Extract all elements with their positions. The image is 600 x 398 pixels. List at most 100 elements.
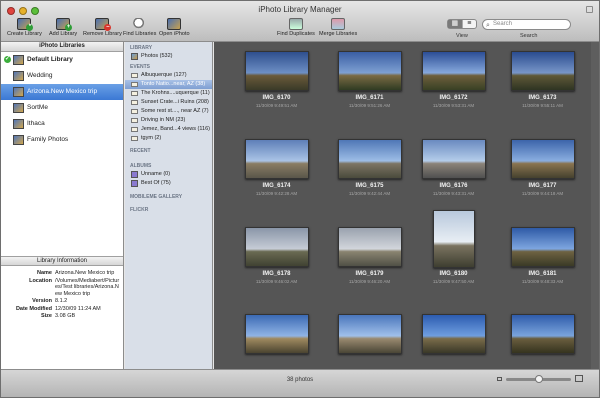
event-item[interactable]: Sunset Crate...i Ruins (208) — [125, 98, 212, 107]
photo-thumbnail[interactable] — [337, 51, 402, 91]
photo-thumbnail[interactable] — [510, 139, 575, 179]
photo-cell[interactable] — [500, 306, 585, 369]
zoom-slider-knob[interactable] — [534, 375, 543, 383]
search-input[interactable]: ⌕ Search — [482, 19, 571, 30]
event-item[interactable]: Tonto Natio...near, AZ (38) — [125, 80, 212, 89]
photo-name: IMG_6179 — [355, 271, 384, 277]
photo-date: 11/30/09 9:47:50 AM — [432, 279, 475, 284]
photo-cell[interactable]: IMG_6180 11/30/09 9:47:50 AM — [411, 210, 496, 308]
add-library-icon: + — [56, 18, 73, 31]
photo-cell[interactable]: IMG_6173 11/30/09 9:55:11 AM — [500, 42, 585, 132]
event-icon — [131, 91, 138, 96]
libraries-list-spacer — [1, 186, 123, 256]
album-label: Unname (0) — [141, 171, 171, 177]
photo-thumbnail[interactable] — [421, 51, 486, 91]
photo-cell[interactable]: IMG_6175 11/30/09 9:42:44 AM — [327, 130, 412, 220]
photo-cell[interactable]: IMG_6181 11/30/09 9:48:33 AM — [500, 218, 585, 308]
event-item[interactable]: The Krohns....uquerque (11) — [125, 89, 212, 98]
event-label: Some rest st...., near AZ (7) — [141, 108, 209, 114]
section-flickr: FLICKR — [130, 207, 149, 213]
create-library-icon: * — [17, 18, 34, 31]
event-item[interactable]: Driving in NM (23) — [125, 116, 212, 125]
event-label: Driving in NM (23) — [141, 117, 186, 123]
libraries-pane: iPhoto Libraries ✓ Default Library Weddi… — [1, 42, 124, 369]
open-iphoto-button[interactable]: Open iPhoto — [159, 18, 190, 37]
photo-thumbnail[interactable] — [244, 227, 309, 267]
scrollbar[interactable] — [591, 42, 599, 369]
photo-thumbnail[interactable] — [421, 314, 486, 354]
photo-thumbnail[interactable] — [510, 51, 575, 91]
photo-thumbnail[interactable] — [244, 51, 309, 91]
section-events: EVENTS — [130, 64, 151, 70]
photo-date: 11/30/09 9:48:33 AM — [521, 279, 564, 284]
event-item[interactable]: tgym (2) — [125, 134, 212, 143]
photo-cell[interactable]: IMG_6177 11/30/09 9:44:18 AM — [500, 130, 585, 220]
photo-date: 11/30/09 9:44:18 AM — [521, 191, 564, 196]
zoom-slider[interactable] — [506, 375, 571, 383]
photo-thumbnail[interactable] — [337, 139, 402, 179]
add-library-button[interactable]: + Add Library — [49, 18, 77, 37]
photo-thumbnail[interactable] — [421, 139, 486, 179]
album-item[interactable]: Unname (0) — [125, 170, 212, 179]
photo-cell[interactable]: IMG_6174 11/30/09 9:42:28 AM — [234, 130, 319, 220]
remove-library-button[interactable]: – Remove Library — [83, 18, 122, 37]
find-libraries-button[interactable]: Find Libraries — [123, 18, 156, 37]
library-item-family-photos[interactable]: Family Photos — [1, 132, 123, 148]
photo-name: IMG_6180 — [439, 271, 468, 277]
library-item-sortme[interactable]: SortMe — [1, 100, 123, 116]
album-icon — [131, 180, 138, 187]
photo-cell[interactable]: IMG_6178 11/30/09 9:46:02 AM — [234, 218, 319, 308]
library-icon — [13, 135, 24, 145]
library-item-default[interactable]: ✓ Default Library — [1, 52, 123, 68]
album-icon — [131, 171, 138, 178]
event-item[interactable]: Jemez, Band...4 views (116) — [125, 125, 212, 134]
photo-cell[interactable]: IMG_6176 11/30/09 9:43:31 AM — [411, 130, 496, 220]
library-item-ithaca[interactable]: Ithaca — [1, 116, 123, 132]
source-label: Photos (532) — [141, 53, 173, 59]
photo-cell[interactable]: IMG_6171 11/30/09 9:51:26 AM — [327, 42, 412, 132]
source-list: LIBRARY Photos (532) EVENTS Albuquerque … — [125, 42, 213, 369]
find-duplicates-button[interactable]: Find Duplicates — [277, 18, 315, 37]
info-key: Name — [37, 270, 52, 276]
event-label: Jemez, Band...4 views (116) — [141, 126, 210, 132]
photo-thumbnail[interactable] — [510, 227, 575, 267]
event-icon — [131, 73, 138, 78]
event-item[interactable]: Some rest st...., near AZ (7) — [125, 107, 212, 116]
list-view-icon[interactable]: ≡ — [463, 20, 477, 28]
photo-cell[interactable]: IMG_6170 11/30/09 9:49:51 AM — [234, 42, 319, 132]
photo-thumbnail[interactable] — [244, 314, 309, 354]
photo-cell[interactable] — [234, 306, 319, 369]
view-switcher[interactable]: ▦ ≡ — [447, 19, 477, 29]
fullscreen-icon[interactable] — [586, 6, 593, 13]
create-library-button[interactable]: * Create Library — [7, 18, 42, 37]
event-item[interactable]: Albuquerque (127) — [125, 71, 212, 80]
search-icon: ⌕ — [486, 22, 490, 29]
photo-cell[interactable]: IMG_6172 11/30/09 9:53:31 AM — [411, 42, 496, 132]
photo-date: 11/30/09 9:49:51 AM — [255, 103, 298, 108]
photo-thumbnail[interactable] — [244, 139, 309, 179]
photo-cell[interactable] — [411, 306, 496, 369]
info-key: Version — [32, 298, 52, 304]
library-icon — [13, 119, 24, 129]
event-icon — [131, 100, 138, 105]
grid-view-icon[interactable]: ▦ — [448, 20, 463, 28]
album-item[interactable]: Best Of (75) — [125, 179, 212, 188]
photo-cell[interactable]: IMG_6179 11/30/09 9:46:20 AM — [327, 218, 412, 308]
event-label: The Krohns....uquerque (11) — [141, 90, 210, 96]
source-photos[interactable]: Photos (532) — [125, 52, 212, 61]
library-name: Arizona.New Mexico trip — [27, 88, 98, 95]
photo-cell[interactable] — [327, 306, 412, 369]
library-name: Wedding — [27, 72, 53, 79]
library-name: SortMe — [27, 104, 48, 111]
merge-libraries-button[interactable]: Merge Libraries — [319, 18, 357, 37]
section-albums: ALBUMS — [130, 163, 152, 169]
remove-library-label: Remove Library — [83, 31, 122, 37]
library-item-arizona[interactable]: Arizona.New Mexico trip — [1, 84, 123, 100]
photo-thumbnail[interactable] — [510, 314, 575, 354]
open-iphoto-label: Open iPhoto — [159, 31, 190, 37]
create-library-label: Create Library — [7, 31, 42, 37]
library-item-wedding[interactable]: Wedding — [1, 68, 123, 84]
photo-thumbnail[interactable] — [337, 314, 402, 354]
photo-thumbnail[interactable] — [337, 227, 402, 267]
photo-thumbnail[interactable] — [432, 210, 475, 268]
